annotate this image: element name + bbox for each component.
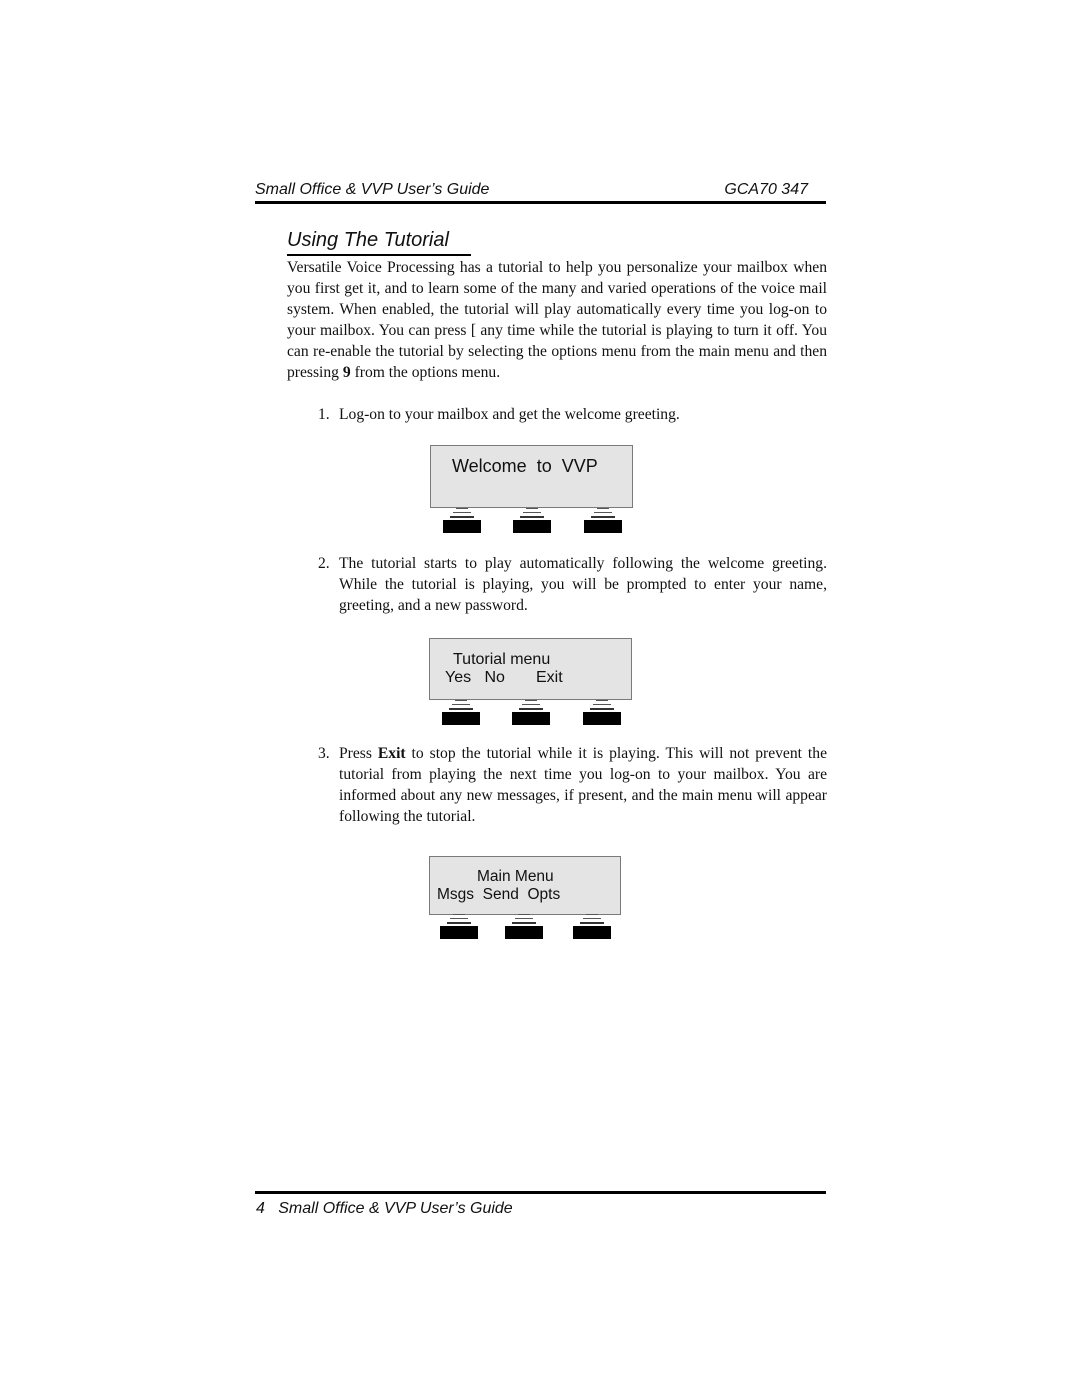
document-code: GCA70 347 xyxy=(724,181,808,198)
display-line-1: Main Menu xyxy=(477,868,554,885)
display-line-2: Msgs Send Opts xyxy=(437,886,561,903)
header-title: Small Office & VVP User’s Guide xyxy=(255,181,490,198)
intro-text: Versatile Voice Processing has a tutoria… xyxy=(287,259,827,381)
softkey-button-icon[interactable] xyxy=(584,508,622,533)
step-number: 3. xyxy=(318,745,330,762)
intro-paragraph: Versatile Voice Processing has a tutoria… xyxy=(287,257,827,383)
softkey-button-icon[interactable] xyxy=(583,700,621,725)
step-text: Log-on to your mailbox and get the welco… xyxy=(339,406,680,423)
intro-key-9: 9 xyxy=(342,364,351,381)
intro-text-end: from the options menu. xyxy=(350,364,501,381)
step-2: 2. The tutorial starts to play automatic… xyxy=(318,553,827,616)
page-number: 4 xyxy=(256,1200,265,1217)
footer-rule xyxy=(255,1191,826,1194)
phone-display-tutorial-menu: Tutorial menu Yes No Exit xyxy=(429,638,632,700)
step-1: 1. Log-on to your mailbox and get the we… xyxy=(318,404,827,425)
phone-display-welcome: Welcome to VVP xyxy=(430,445,633,508)
step-number: 2. xyxy=(318,555,330,572)
softkey-button-icon[interactable] xyxy=(573,914,611,939)
softkey-button-icon[interactable] xyxy=(440,914,478,939)
step-text: The tutorial starts to play automaticall… xyxy=(339,555,827,614)
footer-title: Small Office & VVP User’s Guide xyxy=(278,1200,513,1217)
section-title-underline xyxy=(287,254,471,256)
running-footer: 4 Small Office & VVP User’s Guide xyxy=(256,1200,513,1218)
display-line-1: Tutorial menu xyxy=(453,651,551,668)
softkey-button-icon[interactable] xyxy=(505,914,543,939)
step-number: 1. xyxy=(318,406,330,423)
phone-display-main-menu: Main Menu Msgs Send Opts xyxy=(429,856,621,915)
step-text: Press Exit to stop the tutorial while it… xyxy=(339,743,827,827)
header-rule xyxy=(255,201,826,204)
step-3: 3. Press Exit to stop the tutorial while… xyxy=(318,743,827,827)
step-text-pre: Press xyxy=(339,745,378,762)
running-header: Small Office & VVP User’s Guide GCA70 34… xyxy=(255,181,826,203)
display-line-1: Welcome to VVP xyxy=(452,456,598,476)
softkey-button-icon[interactable] xyxy=(513,508,551,533)
softkey-button-icon[interactable] xyxy=(443,508,481,533)
step-text-post: to stop the tutorial while it is playing… xyxy=(339,745,827,825)
exit-key-label: Exit xyxy=(377,745,406,762)
section-title: Using The Tutorial xyxy=(287,229,449,251)
softkey-button-icon[interactable] xyxy=(512,700,550,725)
display-line-2: Yes No Exit xyxy=(445,669,563,686)
softkey-button-icon[interactable] xyxy=(442,700,480,725)
